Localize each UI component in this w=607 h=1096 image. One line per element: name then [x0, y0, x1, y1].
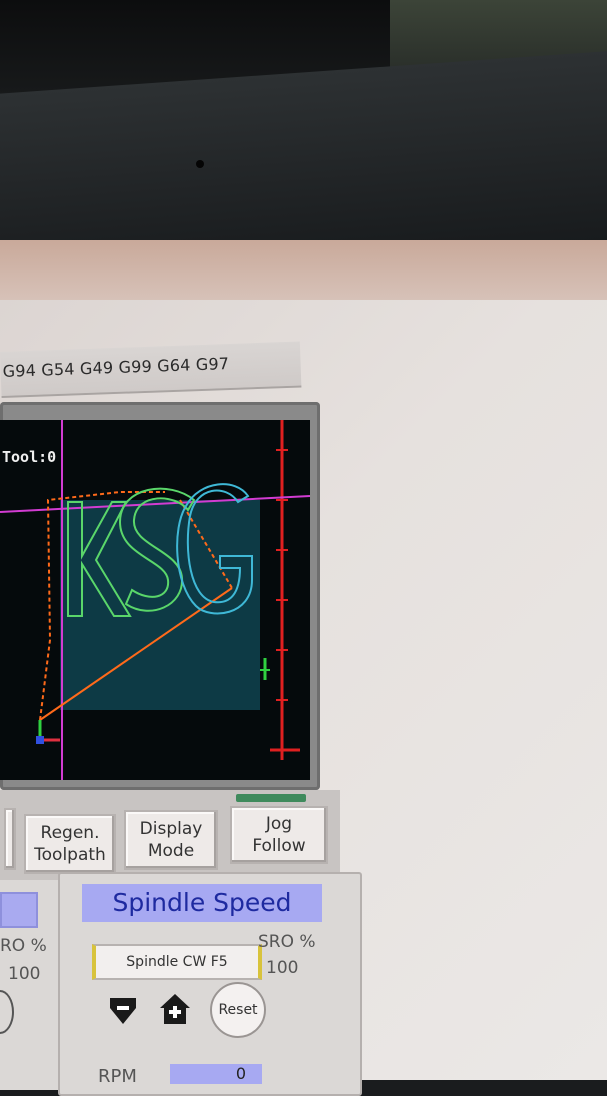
jog-label-line2: Follow [252, 836, 306, 856]
sro-value: 100 [266, 958, 299, 978]
display-label-line1: Display [139, 819, 203, 839]
spindle-cw-button[interactable]: Spindle CW F5 [92, 944, 262, 980]
toolpath-display[interactable]: Tool:0 [0, 420, 310, 780]
plus-icon [160, 994, 190, 1024]
feedrate-title-bar [0, 892, 38, 928]
sro-label: SRO % [258, 932, 316, 952]
jog-label-line1: Jog [265, 814, 293, 834]
spindle-speed-title: Spindle Speed [82, 884, 322, 922]
mach3-ui: G94 G54 G49 G99 G64 G97 Tool:0 Regen. To… [0, 0, 607, 1096]
origin-z-marker [36, 736, 44, 744]
rpm-label: RPM [98, 1066, 137, 1087]
stock-region [60, 500, 260, 710]
display-mode-button[interactable]: Display Mode [124, 810, 218, 870]
rpm-display: 0 [170, 1064, 262, 1084]
spindle-decrease-button[interactable] [106, 994, 140, 1028]
regen-label-line1: Regen. [40, 823, 100, 843]
jog-follow-led [236, 794, 306, 802]
display-label-line2: Mode [147, 841, 195, 861]
rpm-value: 0 [235, 1064, 246, 1083]
jog-follow-button[interactable]: Jog Follow [230, 806, 328, 864]
toolpath-canvas [0, 420, 310, 780]
spindle-reset-button[interactable]: Reset [210, 982, 266, 1038]
gcode-modal-bar: G94 G54 G49 G99 G64 G97 [0, 341, 302, 398]
spindle-increase-button[interactable] [158, 992, 192, 1026]
gcode-modal-text: G94 G54 G49 G99 G64 G97 [2, 354, 230, 381]
arrow-down-icon [110, 998, 136, 1024]
fro-label: RO % [0, 936, 47, 956]
fro-value: 100 [8, 964, 41, 984]
regen-label-line2: Toolpath [34, 845, 106, 865]
partial-button[interactable] [4, 808, 16, 870]
regen-toolpath-button[interactable]: Regen. Toolpath [24, 814, 116, 874]
tool-number-label: Tool:0 [2, 448, 57, 466]
